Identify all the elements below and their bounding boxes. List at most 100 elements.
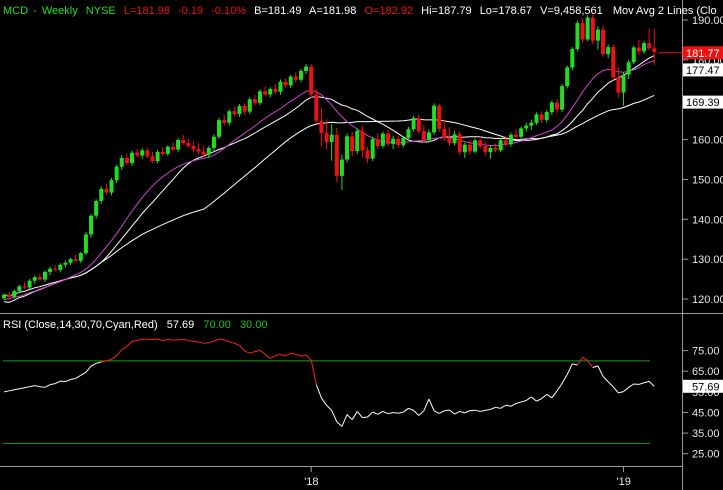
candle-body: [467, 144, 472, 152]
candle-body: [570, 49, 575, 68]
ask: A=181.98: [309, 5, 356, 17]
change-pct: -0.10%: [211, 5, 246, 17]
candle-body: [324, 133, 329, 142]
rsi-segment: [39, 386, 46, 388]
candle-body: [647, 43, 652, 49]
candle-body: [391, 138, 396, 144]
candle-body: [503, 140, 508, 145]
price-tag-label: 177.47: [686, 65, 720, 77]
time-tick-label: '19: [617, 476, 631, 488]
candle-body: [211, 136, 216, 148]
rsi-tick-label: 65.00: [692, 366, 720, 378]
candle-body: [278, 81, 283, 92]
candle-body: [150, 156, 155, 162]
candle-body: [109, 180, 114, 193]
volume: V=9,458,561: [540, 5, 603, 17]
symbol: MCD: [3, 5, 28, 17]
candle-body: [621, 74, 626, 93]
price-tag-label: 169.39: [686, 97, 720, 109]
candle-body: [386, 133, 390, 144]
candle-body: [565, 67, 570, 87]
candle-body: [7, 294, 12, 298]
candle-body: [611, 47, 616, 78]
candle-body: [83, 234, 88, 254]
candle-body: [524, 125, 529, 129]
candle-body: [293, 76, 298, 80]
candle-body: [37, 277, 42, 280]
candle-body: [534, 114, 539, 123]
moving-average-label: Mov Avg 2 Lines (Clo: [613, 5, 717, 17]
candle-body: [380, 133, 385, 146]
candle-body: [462, 144, 467, 153]
candle-body: [58, 264, 63, 270]
change: -0.19: [178, 5, 203, 17]
candle-body: [237, 106, 242, 115]
candle-body: [406, 129, 411, 138]
candle-body: [42, 271, 47, 280]
period: Weekly: [42, 5, 78, 17]
rsi-upper: 70.00: [203, 319, 231, 331]
candle-body: [508, 134, 513, 145]
time-tick-label: '18: [304, 476, 318, 488]
candle-body: [636, 47, 641, 52]
candle-body: [411, 118, 416, 130]
candle-body: [191, 145, 196, 150]
candle-body: [447, 138, 452, 144]
candle-body: [186, 143, 191, 146]
candle-body: [421, 131, 426, 140]
stock-chart: 120.00130.00140.00150.00160.00170.00180.…: [0, 0, 723, 490]
candle-body: [130, 152, 134, 164]
candle-body: [319, 120, 324, 134]
candle-body: [396, 138, 401, 146]
candle-body: [345, 136, 350, 160]
candle-body: [426, 132, 431, 140]
candle-body: [606, 47, 611, 55]
candle-body: [590, 17, 595, 41]
candle-body: [334, 134, 339, 176]
candle-body: [94, 200, 99, 216]
candle-body: [483, 146, 488, 152]
candle-body: [642, 43, 646, 52]
price-tick-label: 120.00: [692, 294, 723, 306]
candle-body: [432, 105, 437, 133]
candle-body: [206, 147, 211, 155]
candle-body: [616, 77, 621, 93]
candle-body: [452, 134, 457, 144]
candle-body: [170, 146, 175, 150]
candle-body: [288, 76, 293, 86]
price-tick-label: 150.00: [692, 174, 723, 186]
rsi-segment: [152, 338, 158, 340]
candle-body: [181, 139, 186, 144]
candle-body: [355, 130, 360, 152]
candle-body: [32, 277, 37, 281]
candle-body: [247, 99, 252, 112]
candle-body: [370, 139, 375, 159]
candle-body: [416, 118, 421, 132]
candle-body: [104, 189, 109, 193]
candle-body: [89, 215, 94, 235]
candle-body: [63, 262, 68, 265]
candle-body: [12, 291, 17, 298]
candle-body: [601, 29, 606, 55]
candle-body: [529, 122, 534, 126]
candle-body: [498, 140, 503, 151]
candle-body: [283, 81, 288, 86]
candle-body: [53, 268, 58, 270]
candle-body: [222, 120, 227, 123]
exchange: NYSE: [86, 5, 116, 17]
candle-body: [252, 99, 257, 103]
candle-body: [539, 114, 544, 121]
candle-body: [488, 147, 493, 152]
candle-body: [22, 286, 27, 288]
candle-body: [2, 294, 6, 299]
candle-body: [124, 157, 129, 164]
candle-body: [99, 189, 104, 201]
candle-body: [145, 150, 150, 157]
candle-body: [217, 120, 222, 137]
candle-body: [350, 136, 355, 152]
rsi-tick-label: 75.00: [692, 346, 720, 358]
candle-body: [560, 86, 565, 110]
rsi-lower: 30.00: [240, 319, 268, 331]
candle-body: [329, 134, 334, 142]
candle-body: [652, 48, 657, 52]
